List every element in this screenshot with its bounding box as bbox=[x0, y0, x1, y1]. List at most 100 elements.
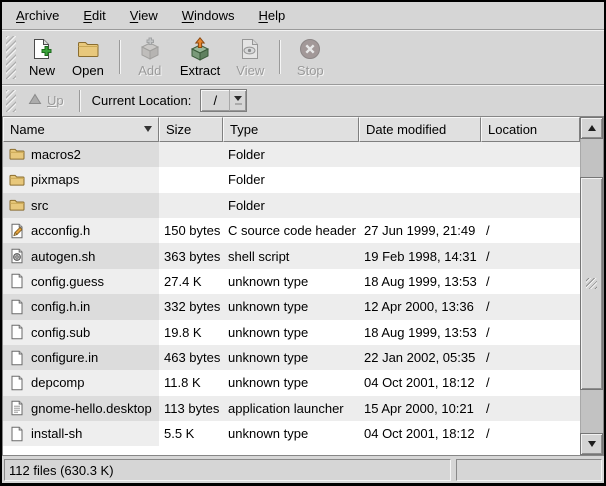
cell-name: config.h.in bbox=[3, 294, 159, 319]
doc-icon bbox=[9, 350, 25, 366]
cell-type: shell script bbox=[223, 243, 359, 268]
cell-name: pixmaps bbox=[3, 167, 159, 192]
column-header-date-modified[interactable]: Date modified bbox=[359, 117, 481, 142]
table-row[interactable]: config.h.in332 bytesunknown type12 Apr 2… bbox=[3, 294, 580, 319]
stop-icon bbox=[298, 37, 322, 61]
toolbar-button-new[interactable]: New bbox=[20, 34, 64, 80]
file-list-viewport: NameSize Type Date modifiedLocation macros… bbox=[2, 116, 604, 456]
cell-size: 113 bytes bbox=[159, 396, 223, 421]
add-package-icon bbox=[138, 37, 162, 61]
column-header-name[interactable]: Name bbox=[3, 117, 159, 142]
column-header-type[interactable]: Type bbox=[223, 117, 359, 142]
toolbar-drag-handle[interactable] bbox=[6, 36, 16, 79]
dropdown-bar bbox=[235, 103, 242, 105]
doc-icon bbox=[9, 299, 25, 315]
cell-name: gnome-hello.desktop bbox=[3, 396, 159, 421]
scrollbar-trough[interactable] bbox=[580, 139, 603, 433]
table-row[interactable]: macros2 Folder bbox=[3, 142, 580, 167]
file-name: configure.in bbox=[31, 350, 98, 365]
cell-name: configure.in bbox=[3, 345, 159, 370]
toolbar-button-open[interactable]: Open bbox=[64, 34, 112, 80]
menu-item-windows[interactable]: Windows bbox=[170, 5, 247, 26]
menu-item-archive[interactable]: Archive bbox=[4, 5, 71, 26]
toolbar-button-label: Stop bbox=[297, 63, 324, 78]
scrollbar-slider[interactable] bbox=[580, 177, 603, 390]
combobox-dropdown-button[interactable] bbox=[229, 90, 246, 111]
toolbar-button-label: Add bbox=[138, 63, 161, 78]
table-row[interactable]: config.sub19.8 Kunknown type18 Aug 1999,… bbox=[3, 320, 580, 345]
archive-manager-window: ArchiveEditViewWindowsHelp NewOpenAddExt… bbox=[0, 0, 606, 486]
table-row[interactable]: autogen.sh363 bytesshell script19 Feb 19… bbox=[3, 243, 580, 268]
cell-name: macros2 bbox=[3, 142, 159, 167]
menu-item-help[interactable]: Help bbox=[246, 5, 297, 26]
scrollbar-grip-icon bbox=[586, 278, 597, 289]
sort-indicator-icon bbox=[144, 126, 152, 132]
toolbar-button-label: Open bbox=[72, 63, 104, 78]
toolbar-button-label: View bbox=[236, 63, 264, 78]
cell-date-modified: 18 Aug 1999, 13:53 bbox=[359, 320, 481, 345]
status-text: 112 files (630.3 K) bbox=[9, 463, 114, 478]
column-header-location[interactable]: Location bbox=[481, 117, 580, 142]
table-row[interactable]: configure.in463 bytesunknown type22 Jan … bbox=[3, 345, 580, 370]
chevron-down-icon bbox=[234, 96, 242, 101]
locationbar-drag-handle[interactable] bbox=[6, 90, 16, 112]
menu-item-edit[interactable]: Edit bbox=[71, 5, 117, 26]
cell-date-modified bbox=[359, 142, 481, 167]
toolbar-button-label: New bbox=[29, 63, 55, 78]
cell-location: / bbox=[481, 320, 580, 345]
toolbar: New Open Add Extract View Stop bbox=[2, 31, 604, 84]
location-combobox[interactable]: / bbox=[200, 89, 247, 112]
file-name: install-sh bbox=[31, 426, 82, 441]
file-name: pixmaps bbox=[31, 172, 79, 187]
status-message-box: 112 files (630.3 K) bbox=[4, 459, 451, 481]
toolbar-button-extract[interactable]: Extract bbox=[172, 34, 228, 80]
cell-size: 11.8 K bbox=[159, 370, 223, 395]
toolbar-group-separator bbox=[279, 40, 281, 74]
table-row[interactable]: config.guess27.4 Kunknown type18 Aug 199… bbox=[3, 269, 580, 294]
table-row[interactable]: install-sh5.5 Kunknown type04 Oct 2001, … bbox=[3, 421, 580, 446]
current-location-label: Current Location: bbox=[92, 93, 192, 108]
cell-date-modified: 12 Apr 2000, 13:36 bbox=[359, 294, 481, 319]
table-row[interactable]: acconfig.h150 bytesC source code header2… bbox=[3, 218, 580, 243]
up-button[interactable]: Up bbox=[20, 91, 72, 110]
cell-date-modified: 22 Jan 2002, 05:35 bbox=[359, 345, 481, 370]
toolbar-buttons: New Open Add Extract View Stop bbox=[20, 34, 332, 80]
scroll-down-button[interactable] bbox=[580, 433, 603, 455]
file-name: depcomp bbox=[31, 375, 84, 390]
file-list: macros2FolderpixmapsFoldersrcFolderaccon… bbox=[3, 142, 580, 455]
cell-location: / bbox=[481, 218, 580, 243]
cell-size: 5.5 K bbox=[159, 421, 223, 446]
toolbar-button-stop[interactable]: Stop bbox=[288, 34, 332, 80]
menu-item-view[interactable]: View bbox=[118, 5, 170, 26]
cell-location: / bbox=[481, 345, 580, 370]
cell-location bbox=[481, 142, 580, 167]
cell-type: Folder bbox=[223, 193, 359, 218]
cell-date-modified bbox=[359, 167, 481, 192]
cell-type: unknown type bbox=[223, 370, 359, 395]
toolbar-button-view[interactable]: View bbox=[228, 34, 272, 80]
status-progress-box bbox=[456, 459, 602, 481]
cell-date-modified: 27 Jun 1999, 21:49 bbox=[359, 218, 481, 243]
cell-type: Folder bbox=[223, 142, 359, 167]
toolbar-button-add[interactable]: Add bbox=[128, 34, 172, 80]
cell-type: Folder bbox=[223, 167, 359, 192]
file-name: gnome-hello.desktop bbox=[31, 401, 152, 416]
cell-name: config.sub bbox=[3, 320, 159, 345]
cell-type: unknown type bbox=[223, 421, 359, 446]
table-row[interactable]: depcomp11.8 Kunknown type04 Oct 2001, 18… bbox=[3, 370, 580, 395]
file-name: acconfig.h bbox=[31, 223, 90, 238]
location-bar: Up Current Location: / bbox=[2, 86, 604, 116]
cell-size bbox=[159, 193, 223, 218]
vertical-scrollbar[interactable] bbox=[580, 117, 603, 455]
cell-name: autogen.sh bbox=[3, 243, 159, 268]
table-row[interactable]: pixmaps Folder bbox=[3, 167, 580, 192]
scroll-up-button[interactable] bbox=[580, 117, 603, 139]
column-header-size[interactable]: Size bbox=[159, 117, 223, 142]
table-row[interactable]: gnome-hello.desktop 113 bytesapplication … bbox=[3, 396, 580, 421]
table-row[interactable]: srcFolder bbox=[3, 193, 580, 218]
cell-type: application launcher bbox=[223, 396, 359, 421]
file-table: NameSize Type Date modifiedLocation macros… bbox=[3, 117, 580, 455]
doc-icon bbox=[9, 324, 25, 340]
folder-icon bbox=[9, 197, 25, 213]
column-header-label: Type bbox=[230, 122, 258, 137]
